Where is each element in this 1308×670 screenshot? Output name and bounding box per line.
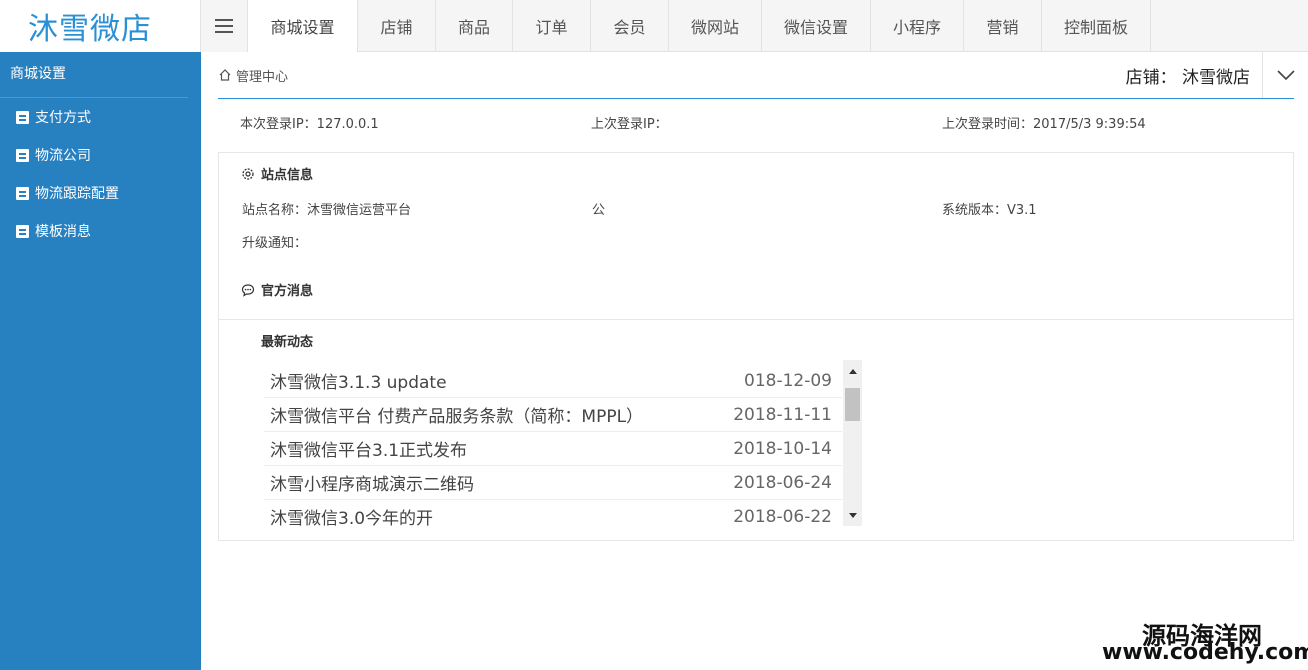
news-item[interactable]: 沐雪微信3.0今年的开 2018-06-22: [264, 500, 842, 527]
tab-members[interactable]: 会员: [591, 0, 669, 52]
news-item[interactable]: 沐雪微信平台3.1正式发布 2018-10-14: [264, 432, 842, 466]
menu-toggle-button[interactable]: [201, 0, 248, 52]
site-info-title: 站点信息: [241, 164, 313, 183]
tab-label: 店铺: [380, 18, 413, 37]
arrow-up-icon: [848, 368, 857, 374]
system-version: 系统版本：V3.1: [942, 203, 1037, 218]
news-title: 沐雪微信平台3.1正式发布: [270, 441, 468, 461]
sidebar-item-label: 支付方式: [35, 110, 91, 126]
document-icon: [16, 224, 29, 238]
tab-label: 微信设置: [783, 18, 848, 37]
breadcrumb[interactable]: 管理中心: [218, 62, 288, 88]
tab-label: 控制面板: [1063, 18, 1128, 37]
last-login-time: 上次登录时间：2017/5/3 9:39:54: [942, 117, 1146, 132]
news-scrollbar[interactable]: [843, 360, 862, 526]
news-item[interactable]: 沐雪小程序商城演示二维码 2018-06-24: [264, 466, 842, 500]
news-title: 沐雪小程序商城演示二维码: [270, 475, 474, 495]
company-name: 公: [592, 203, 606, 218]
tab-label: 订单: [535, 18, 568, 37]
tab-orders[interactable]: 订单: [513, 0, 591, 52]
current-login-ip: 本次登录IP：127.0.0.1: [240, 117, 379, 132]
sidebar-item-label: 物流公司: [35, 148, 91, 164]
sidebar-item-payment[interactable]: 支付方式: [0, 98, 201, 136]
watermark-url: www.codehy.com: [1102, 640, 1308, 665]
news-date: 2018-06-24: [733, 472, 832, 493]
section-divider: [219, 319, 1293, 320]
logo[interactable]: 沐雪微店: [0, 0, 201, 52]
tab-mall-settings[interactable]: 商城设置: [248, 0, 358, 52]
scroll-up-button[interactable]: [843, 362, 862, 380]
sidebar-item-template-message[interactable]: 模板消息: [0, 212, 201, 250]
sidebar: 商城设置 支付方式 物流公司 物流跟踪配置 模板消息: [0, 52, 201, 670]
sidebar-item-logistics[interactable]: 物流公司: [0, 136, 201, 174]
news-date: 2018-11-11: [733, 404, 832, 425]
news-list-box[interactable]: 沐雪微信3.1.3 update 018-12-09 沐雪微信平台 付费产品服务…: [264, 360, 862, 526]
tab-label: 会员: [613, 18, 646, 37]
tab-label: 商品: [457, 18, 490, 37]
logo-text: 沐雪微店: [28, 12, 152, 47]
document-icon: [16, 148, 29, 162]
sidebar-item-tracking[interactable]: 物流跟踪配置: [0, 174, 201, 212]
hamburger-icon: [215, 19, 233, 33]
upgrade-notice: 升级通知：: [242, 236, 308, 251]
scroll-thumb[interactable]: [845, 388, 860, 421]
latest-news-title: 最新动态: [261, 335, 314, 350]
tab-wechat-settings[interactable]: 微信设置: [762, 0, 871, 52]
tab-control-panel[interactable]: 控制面板: [1042, 0, 1151, 52]
news-date: 2018-06-22: [733, 506, 832, 527]
header-divider: [218, 98, 1294, 99]
tab-label: 微网站: [690, 18, 739, 37]
tab-marketing[interactable]: 营销: [964, 0, 1042, 52]
sidebar-title: 商城设置: [0, 52, 188, 98]
gear-icon: [242, 167, 254, 180]
news-date: 2018-10-14: [733, 438, 832, 459]
chat-bubble-icon: [241, 283, 255, 297]
arrow-down-icon: [848, 512, 857, 518]
news-list: 沐雪微信3.1.3 update 018-12-09 沐雪微信平台 付费产品服务…: [264, 364, 842, 526]
tab-label: 小程序: [892, 18, 941, 37]
top-bar: 沐雪微店 商城设置 店铺 商品 订单 会员 微网站 微信设置 小程序 营销 控制…: [0, 0, 1308, 52]
tab-label: 营销: [986, 18, 1019, 37]
section-label: 官方消息: [261, 284, 314, 299]
tab-store[interactable]: 店铺: [358, 0, 436, 52]
breadcrumb-label: 管理中心: [236, 69, 289, 85]
news-item[interactable]: 沐雪微信平台 付费产品服务条款（简称：MPPL） 2018-11-11: [264, 398, 842, 432]
news-title: 沐雪微信3.1.3 update: [270, 373, 447, 393]
store-name: 店铺： 沐雪微店: [1125, 67, 1250, 88]
main-nav: 商城设置 店铺 商品 订单 会员 微网站 微信设置 小程序 营销 控制面板: [248, 0, 1151, 52]
news-title: 沐雪微信平台 付费产品服务条款（简称：MPPL）: [270, 407, 644, 427]
site-name: 站点名称：沐雪微信运营平台: [242, 203, 412, 218]
tab-mini-program[interactable]: 小程序: [871, 0, 964, 52]
document-icon: [16, 110, 29, 124]
tab-label: 商城设置: [270, 18, 335, 37]
news-title: 沐雪微信3.0今年的开: [270, 509, 434, 526]
last-login-ip: 上次登录IP：: [591, 117, 668, 132]
tab-micro-site[interactable]: 微网站: [669, 0, 762, 52]
tab-products[interactable]: 商品: [436, 0, 513, 52]
store-dropdown-button[interactable]: [1262, 52, 1308, 98]
sidebar-item-label: 模板消息: [35, 224, 91, 240]
sidebar-item-label: 物流跟踪配置: [35, 186, 119, 202]
chevron-down-icon: [1276, 70, 1295, 81]
document-icon: [16, 186, 29, 200]
official-news-title: 官方消息: [241, 280, 313, 299]
scroll-down-button[interactable]: [843, 506, 862, 524]
news-date: 018-12-09: [744, 370, 832, 391]
home-icon: [219, 69, 231, 81]
news-item[interactable]: 沐雪微信3.1.3 update 018-12-09: [264, 364, 842, 398]
section-label: 站点信息: [261, 168, 314, 183]
